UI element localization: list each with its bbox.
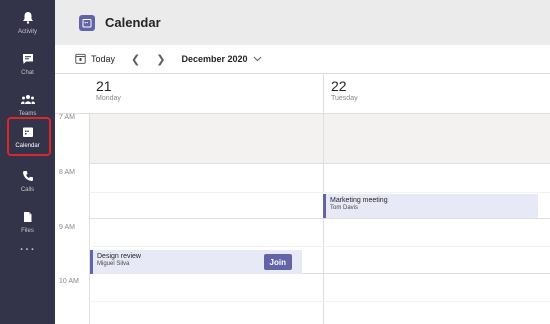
off-hours-shade xyxy=(324,114,550,163)
day-column-header[interactable]: 21 Monday xyxy=(89,74,323,114)
today-button[interactable]: Today xyxy=(75,53,115,66)
month-picker[interactable]: December 2020 xyxy=(181,54,247,64)
app-rail: Activity Chat Teams Calendar Calls Files… xyxy=(0,0,55,324)
rail-item-activity[interactable]: Activity xyxy=(0,0,55,44)
event-organizer: Tom Davis xyxy=(330,205,359,211)
hour-line xyxy=(89,218,550,219)
day-column-monday[interactable] xyxy=(89,114,323,324)
day-column-tuesday[interactable] xyxy=(323,114,550,324)
page-title: Calendar xyxy=(105,15,161,30)
half-hour-line xyxy=(89,192,550,193)
today-calendar-icon xyxy=(75,53,86,66)
half-hour-line xyxy=(89,301,550,302)
next-week-chevron-icon[interactable]: ❯ xyxy=(156,53,165,66)
rail-item-chat[interactable]: Chat xyxy=(0,41,55,85)
hour-label: 7 AM xyxy=(59,114,75,121)
calendar-highlight-box xyxy=(7,117,51,156)
previous-week-chevron-icon[interactable]: ❮ xyxy=(131,53,140,66)
teams-icon xyxy=(20,92,36,108)
calendar-event[interactable]: Design review Miguel Silva Join xyxy=(90,250,302,274)
file-icon xyxy=(20,209,36,225)
calendar-grid: 7 AM 8 AM 9 AM 10 AM Marketing meeting T… xyxy=(55,114,550,324)
phone-icon xyxy=(20,168,36,184)
join-button[interactable]: Join xyxy=(263,254,292,270)
half-hour-line xyxy=(89,246,550,247)
day-number: 21 xyxy=(96,78,112,94)
day-name: Monday xyxy=(96,95,121,102)
hour-label: 9 AM xyxy=(59,224,75,231)
rail-item-label: Activity xyxy=(17,28,37,35)
time-gutter: 7 AM 8 AM 9 AM 10 AM xyxy=(55,114,89,324)
today-label: Today xyxy=(91,54,116,64)
hour-label: 10 AM xyxy=(59,278,79,285)
day-column-header[interactable]: 22 Tuesday xyxy=(323,74,550,114)
app-header: Calendar xyxy=(55,0,550,45)
rail-item-label: Files xyxy=(21,227,34,234)
hour-line xyxy=(89,163,550,164)
rail-item-label: Teams xyxy=(18,110,37,117)
day-name: Tuesday xyxy=(331,95,358,102)
rail-item-label: Calls xyxy=(20,186,35,193)
day-number: 22 xyxy=(331,78,347,94)
rail-item-calls[interactable]: Calls xyxy=(0,158,55,202)
more-apps-icon[interactable]: ... xyxy=(0,238,55,260)
calendar-event[interactable]: Marketing meeting Tom Davis xyxy=(323,194,538,218)
hour-label: 8 AM xyxy=(59,169,75,176)
rail-item-label: Chat xyxy=(21,69,34,76)
day-header-row: 21 Monday 22 Tuesday xyxy=(55,74,550,114)
event-title: Marketing meeting xyxy=(330,197,388,204)
calendar-app-icon xyxy=(79,14,95,31)
bell-icon xyxy=(20,10,36,26)
calendar-toolbar: Today ❮ ❯ December 2020 xyxy=(55,45,550,74)
chat-icon xyxy=(20,51,36,67)
off-hours-shade xyxy=(90,114,323,163)
chevron-down-icon[interactable] xyxy=(253,54,262,64)
